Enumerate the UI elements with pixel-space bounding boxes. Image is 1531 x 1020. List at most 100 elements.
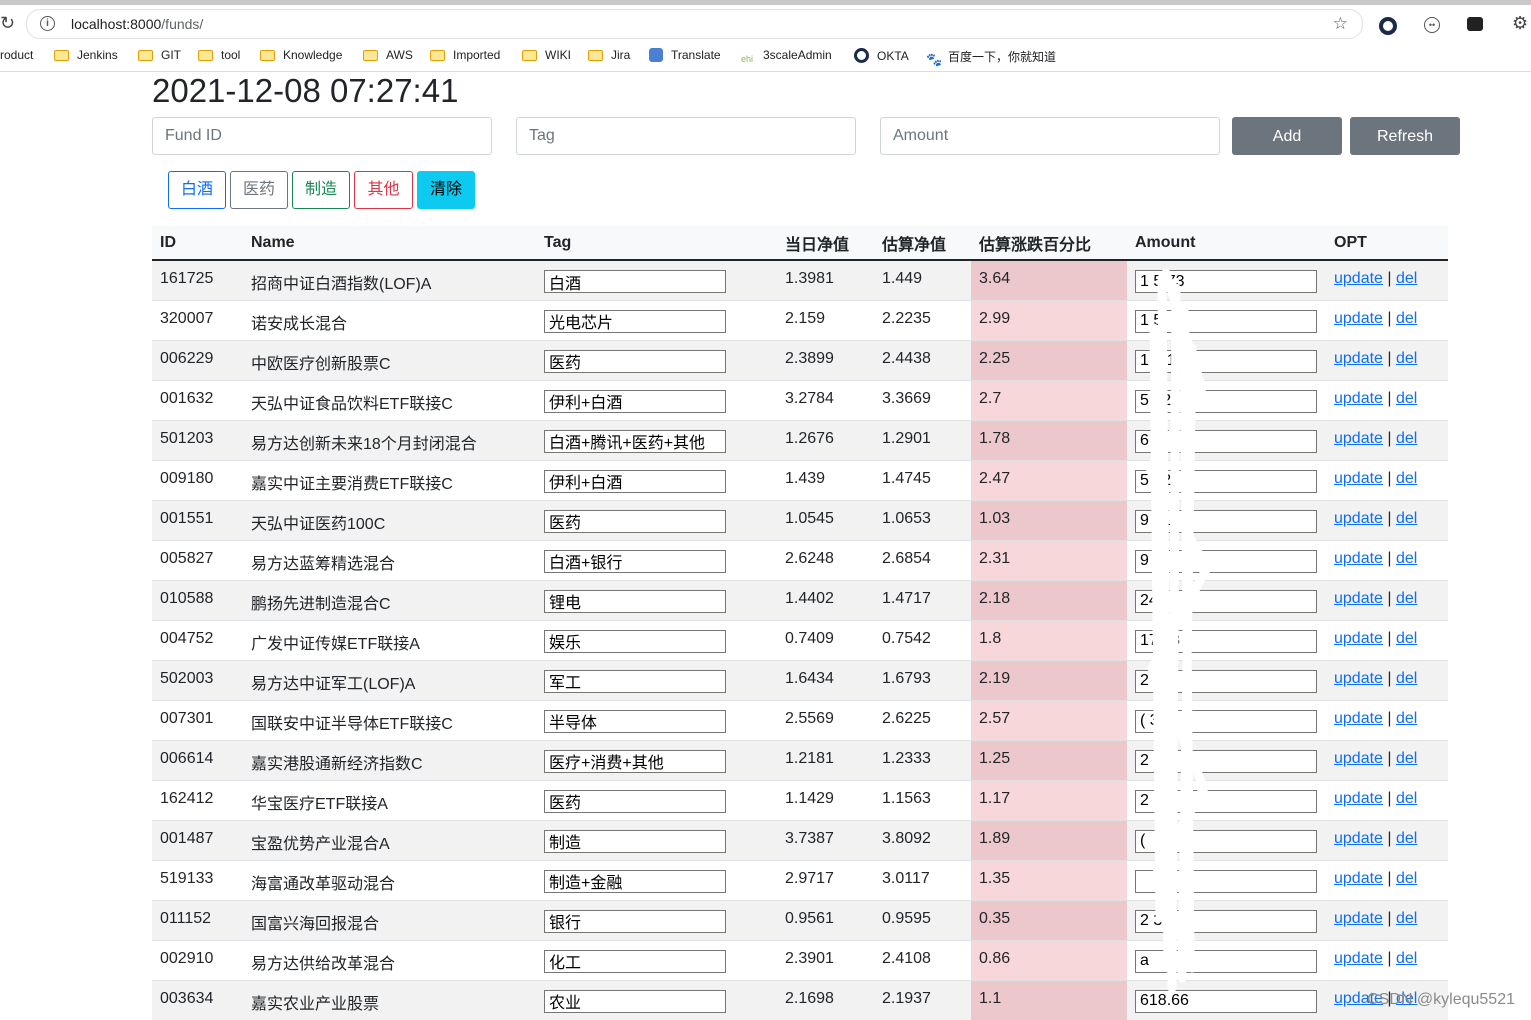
filter-yiyao-button[interactable]: 医药	[230, 171, 288, 209]
del-link[interactable]: del	[1396, 470, 1417, 487]
update-link[interactable]: update	[1334, 510, 1383, 527]
row-amount-input[interactable]	[1135, 989, 1317, 1013]
fund-id-input[interactable]	[152, 117, 492, 155]
bookmark-star-icon[interactable]: ☆	[1333, 14, 1348, 34]
row-tag-input[interactable]	[544, 349, 726, 373]
extension-dark-icon[interactable]	[1467, 17, 1483, 31]
row-tag-input[interactable]	[544, 829, 726, 853]
update-link[interactable]: update	[1334, 870, 1383, 887]
del-link[interactable]: del	[1396, 870, 1417, 887]
update-link[interactable]: update	[1334, 550, 1383, 567]
bookmark-jira[interactable]: Jira	[588, 48, 630, 66]
row-amount-input[interactable]	[1135, 270, 1317, 293]
row-amount-input[interactable]	[1135, 309, 1317, 333]
filter-zhizao-button[interactable]: 制造	[292, 171, 350, 209]
del-link[interactable]: del	[1396, 590, 1417, 607]
amount-input[interactable]	[880, 117, 1220, 155]
row-amount-input[interactable]	[1135, 709, 1317, 733]
site-info-icon[interactable]: i	[40, 16, 55, 31]
filter-baijiu-button[interactable]: 白酒	[168, 171, 226, 209]
update-link[interactable]: update	[1334, 390, 1383, 407]
del-link[interactable]: del	[1396, 790, 1417, 807]
update-link[interactable]: update	[1334, 710, 1383, 727]
refresh-button[interactable]: Refresh	[1350, 117, 1460, 155]
del-link[interactable]: del	[1396, 630, 1417, 647]
bookmark-translate[interactable]: Translate	[649, 48, 721, 66]
row-tag-input[interactable]	[544, 309, 726, 333]
del-link[interactable]: del	[1396, 550, 1417, 567]
del-link[interactable]: del	[1396, 950, 1417, 967]
extension-circle-icon[interactable]	[1379, 17, 1397, 35]
row-tag-input[interactable]	[544, 669, 726, 693]
row-amount-input[interactable]	[1135, 789, 1317, 813]
del-link[interactable]: del	[1396, 270, 1417, 287]
row-tag-input[interactable]	[544, 789, 726, 813]
row-tag-input[interactable]	[544, 429, 726, 453]
del-link[interactable]: del	[1396, 390, 1417, 407]
update-link[interactable]: update	[1334, 910, 1383, 927]
update-link[interactable]: update	[1334, 350, 1383, 367]
tag-input[interactable]	[516, 117, 856, 155]
row-tag-input[interactable]	[544, 270, 726, 293]
del-link[interactable]: del	[1396, 350, 1417, 367]
update-link[interactable]: update	[1334, 470, 1383, 487]
row-amount-input[interactable]	[1135, 589, 1317, 613]
add-button[interactable]: Add	[1232, 117, 1342, 155]
row-tag-input[interactable]	[544, 869, 726, 893]
row-tag-input[interactable]	[544, 589, 726, 613]
bookmark-3scaleadmin[interactable]: ehi 3scaleAdmin	[741, 48, 832, 66]
bookmark-wiki[interactable]: WIKI	[522, 48, 571, 66]
url-text[interactable]: localhost:8000/funds/	[71, 16, 203, 32]
bookmark-baidu[interactable]: 🐾 百度一下，你就知道	[926, 48, 1056, 67]
row-tag-input[interactable]	[544, 949, 726, 973]
row-amount-input[interactable]	[1135, 389, 1317, 413]
update-link[interactable]: update	[1334, 790, 1383, 807]
row-tag-input[interactable]	[544, 749, 726, 773]
bookmark-git[interactable]: GIT	[138, 48, 181, 66]
bookmark-product[interactable]: roduct	[0, 48, 33, 66]
bookmark-imported[interactable]: Imported	[430, 48, 500, 66]
row-tag-input[interactable]	[544, 629, 726, 653]
del-link[interactable]: del	[1396, 670, 1417, 687]
row-amount-input[interactable]	[1135, 829, 1317, 853]
row-tag-input[interactable]	[544, 709, 726, 733]
row-amount-input[interactable]	[1135, 669, 1317, 693]
extension-smiley-icon[interactable]: ••	[1424, 17, 1440, 33]
update-link[interactable]: update	[1334, 750, 1383, 767]
row-amount-input[interactable]	[1135, 429, 1317, 453]
row-amount-input[interactable]	[1135, 909, 1317, 933]
update-link[interactable]: update	[1334, 830, 1383, 847]
row-tag-input[interactable]	[544, 989, 726, 1013]
bookmark-aws[interactable]: AWS	[363, 48, 413, 66]
bookmark-tool[interactable]: tool	[198, 48, 240, 66]
update-link[interactable]: update	[1334, 670, 1383, 687]
row-amount-input[interactable]	[1135, 349, 1317, 373]
del-link[interactable]: del	[1396, 910, 1417, 927]
del-link[interactable]: del	[1396, 710, 1417, 727]
reload-icon[interactable]: ↻	[0, 13, 15, 34]
del-link[interactable]: del	[1396, 750, 1417, 767]
row-amount-input[interactable]	[1135, 869, 1317, 893]
update-link[interactable]: update	[1334, 310, 1383, 327]
bookmark-knowledge[interactable]: Knowledge	[260, 48, 342, 66]
del-link[interactable]: del	[1396, 310, 1417, 327]
filter-qita-button[interactable]: 其他	[354, 171, 413, 209]
row-tag-input[interactable]	[544, 389, 726, 413]
row-tag-input[interactable]	[544, 909, 726, 933]
bookmark-jenkins[interactable]: Jenkins	[54, 48, 118, 66]
del-link[interactable]: del	[1396, 430, 1417, 447]
update-link[interactable]: update	[1334, 270, 1383, 287]
update-link[interactable]: update	[1334, 430, 1383, 447]
row-amount-input[interactable]	[1135, 469, 1317, 493]
row-tag-input[interactable]	[544, 469, 726, 493]
row-amount-input[interactable]	[1135, 629, 1317, 653]
row-amount-input[interactable]	[1135, 509, 1317, 533]
extension-puzzle-icon[interactable]: ⚙	[1512, 13, 1530, 33]
row-amount-input[interactable]	[1135, 549, 1317, 573]
row-tag-input[interactable]	[544, 549, 726, 573]
del-link[interactable]: del	[1396, 830, 1417, 847]
filter-clear-button[interactable]: 清除	[417, 171, 475, 209]
row-amount-input[interactable]	[1135, 949, 1317, 973]
del-link[interactable]: del	[1396, 510, 1417, 527]
update-link[interactable]: update	[1334, 630, 1383, 647]
